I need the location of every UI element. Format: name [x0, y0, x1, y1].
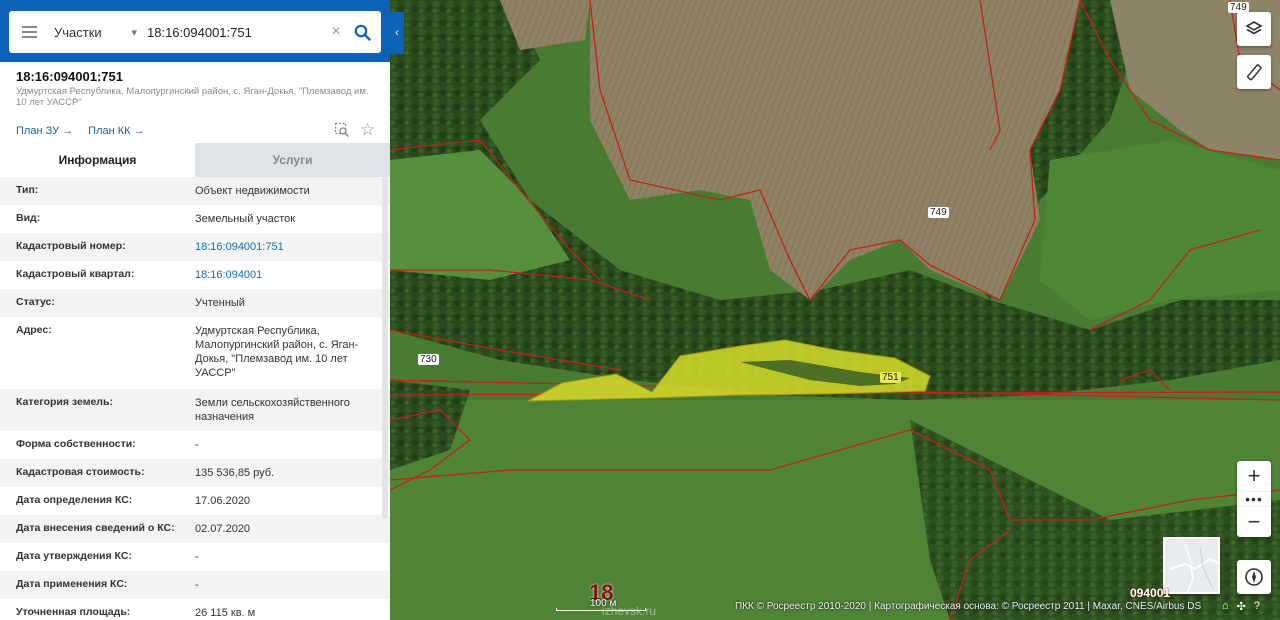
info-row-key: Уточненная площадь:	[16, 606, 131, 618]
info-row-key: Кадастровая стоимость:	[16, 466, 145, 478]
object-address: Удмуртская Республика, Малопургинский ра…	[16, 86, 369, 108]
info-row-value: 02.07.2020	[195, 523, 251, 535]
info-row-key: Адрес:	[16, 324, 52, 336]
plan-kk-label: План КК	[88, 125, 131, 137]
header-icons: ☆	[334, 121, 375, 138]
info-row: Дата внесения сведений о КС: 02.07.2020	[0, 515, 390, 543]
info-row-key: Дата утверждения КС:	[16, 550, 132, 562]
parcel-label-749[interactable]: 749	[928, 207, 949, 218]
compass-icon	[1245, 568, 1263, 586]
info-row-key: Дата внесения сведений о КС:	[16, 522, 175, 534]
info-row: Форма собственности: -	[0, 431, 390, 459]
tab-bar: Информация Услуги	[0, 143, 390, 177]
cadastral-quarter-label: 094001	[1130, 586, 1171, 600]
plan-links: План ЗУ → План КК →	[16, 125, 145, 137]
info-row-key: Категория земель:	[16, 396, 113, 408]
watermark: izhevsk.ru	[602, 604, 657, 618]
search-type-select[interactable]: Участки ▾	[49, 25, 145, 40]
plan-zu-link[interactable]: План ЗУ →	[16, 125, 73, 137]
info-row: Адрес: Удмуртская Республика, Малопургинс…	[0, 317, 390, 389]
plan-kk-link[interactable]: План КК →	[88, 125, 144, 137]
parcel-label-730[interactable]: 730	[418, 354, 439, 365]
plan-zu-label: План ЗУ	[16, 125, 60, 137]
navigate-icon[interactable]: ✣	[1237, 600, 1246, 613]
info-row-value: 26 115 кв. м	[195, 607, 256, 619]
zoom-out-button[interactable]: −	[1237, 507, 1271, 537]
zoom-in-button[interactable]: +	[1237, 461, 1271, 491]
info-row-value: Удмуртская Республика, Малопургинский ра…	[195, 325, 359, 379]
info-row-key: Тип:	[16, 184, 39, 196]
search-icon[interactable]	[347, 24, 377, 41]
search-box: Участки ▾ ×	[9, 11, 381, 53]
search-type-label: Участки	[54, 24, 102, 40]
info-row-key: Статус:	[16, 296, 55, 308]
info-row: Дата утверждения КС: -	[0, 543, 390, 571]
overview-minimap[interactable]	[1163, 537, 1220, 594]
info-row-value: 17.06.2020	[195, 495, 251, 507]
favorite-star-icon[interactable]: ☆	[360, 121, 375, 138]
info-row-value: -	[195, 551, 199, 563]
info-table: Тип: Объект недвижимости Вид: Земельный уча…	[0, 177, 390, 620]
map-attribution: ПКК © Росреестр 2010-2020 | Картографиче…	[735, 601, 1202, 612]
home-icon[interactable]: ⌂	[1222, 600, 1229, 613]
search-bar: Участки ▾ ×	[0, 0, 390, 62]
info-row: Кадастровый квартал: 18:16:094001	[0, 261, 390, 289]
ruler-button[interactable]	[1237, 55, 1271, 89]
info-row-value: 135 536,85 руб.	[195, 467, 275, 479]
zoom-control: + ••• −	[1237, 461, 1271, 537]
info-row: Кадастровая стоимость: 135 536,85 руб.	[0, 459, 390, 487]
info-row-link[interactable]: 18:16:094001:751	[195, 233, 375, 261]
satellite-imagery	[390, 0, 1280, 620]
info-row-value: -	[195, 579, 199, 591]
minimap-graphic	[1169, 543, 1218, 592]
more-options-button[interactable]: •••	[1237, 491, 1271, 507]
menu-icon[interactable]	[9, 26, 49, 38]
ruler-icon	[1246, 64, 1262, 81]
tab-services[interactable]: Услуги	[195, 143, 390, 177]
search-input[interactable]	[145, 24, 325, 40]
info-row: Вид: Земельный участок	[0, 205, 390, 233]
zoom-to-object-icon[interactable]	[334, 122, 350, 138]
info-row-key: Кадастровый номер:	[16, 240, 126, 252]
info-row-value: Земельный участок	[195, 213, 296, 225]
object-title: 18:16:094001:751	[16, 69, 123, 84]
layers-icon	[1245, 21, 1263, 35]
layers-button[interactable]	[1237, 12, 1271, 46]
chevron-left-icon: ‹	[395, 27, 399, 39]
info-row-link[interactable]: 18:16:094001	[195, 261, 375, 289]
clear-icon[interactable]: ×	[325, 23, 347, 41]
sidebar-panel: Участки ▾ × 18:16:094001:751 Удмуртская …	[0, 0, 390, 620]
tab-info[interactable]: Информация	[0, 143, 195, 177]
compass-button[interactable]	[1237, 560, 1271, 594]
info-row: Кадастровый номер: 18:16:094001:751	[0, 233, 390, 261]
object-header: 18:16:094001:751 Удмуртская Республика, …	[0, 62, 390, 143]
info-row-key: Вид:	[16, 212, 41, 224]
info-row: Статус: Учтенный	[0, 289, 390, 317]
corner-icons: ⌂ ✣ ?	[1222, 600, 1260, 613]
info-row-key: Форма собственности:	[16, 438, 136, 450]
parcel-label-751[interactable]: 751	[880, 372, 901, 383]
info-scrollbar[interactable]	[382, 177, 388, 519]
info-row: Дата определения КС: 17.06.2020	[0, 487, 390, 515]
map-view[interactable]: 749 749 730 751	[390, 0, 1280, 620]
info-row-key: Дата определения КС:	[16, 494, 133, 506]
info-row-value: -	[195, 439, 199, 451]
info-row-key: Кадастровый квартал:	[16, 268, 135, 280]
info-row: Уточненная площадь: 26 115 кв. м	[0, 599, 390, 620]
info-row-value: Учтенный	[195, 297, 245, 309]
chevron-down-icon: ▾	[131, 26, 137, 39]
info-row: Тип: Объект недвижимости	[0, 177, 390, 205]
info-row-value: Объект недвижимости	[195, 185, 310, 197]
info-row-value: Земли сельскохозяйственного назначения	[195, 397, 350, 423]
info-row: Категория земель: Земли сельскохозяйствен…	[0, 389, 390, 431]
info-row-key: Дата применения КС:	[16, 578, 128, 590]
collapse-sidebar-button[interactable]: ‹	[390, 12, 404, 54]
info-icon[interactable]: ?	[1254, 600, 1260, 613]
info-row: Дата применения КС: -	[0, 571, 390, 599]
